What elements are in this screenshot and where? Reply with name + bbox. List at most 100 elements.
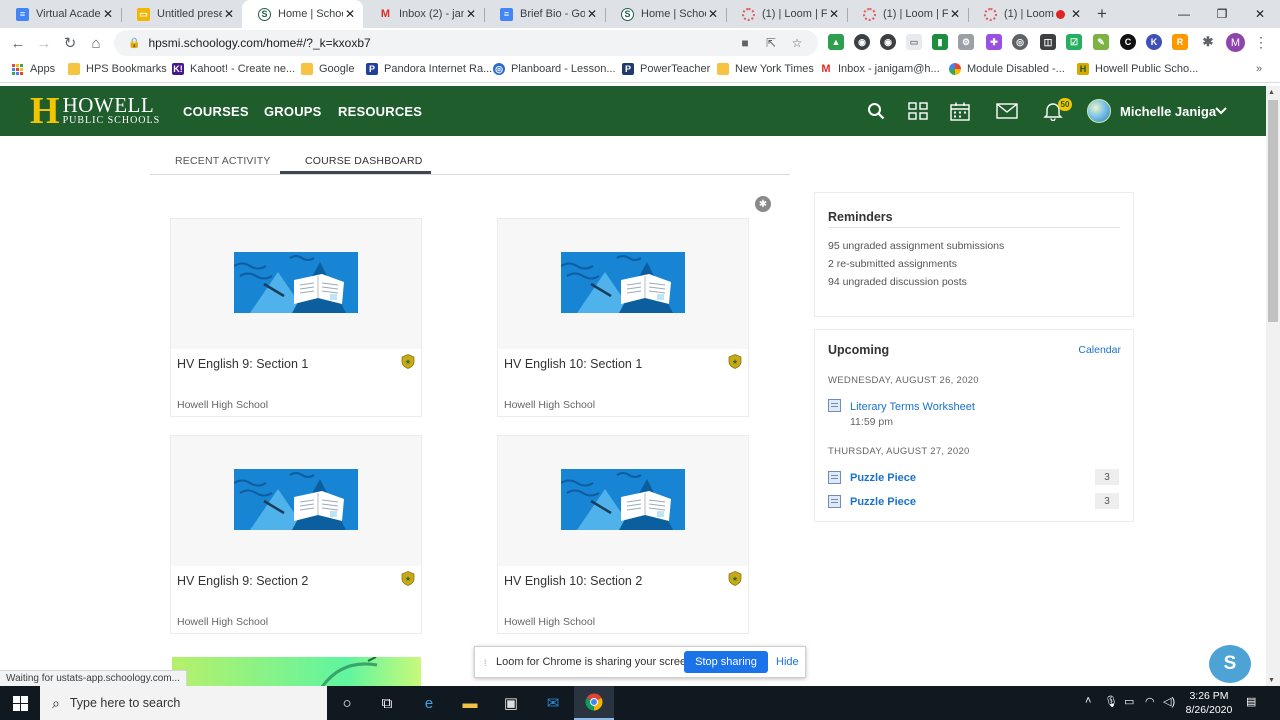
browser-tab[interactable]: (1) | Loom ✕ [968, 0, 1089, 28]
search-icon[interactable] [865, 100, 887, 122]
close-tab-icon[interactable]: ✕ [101, 7, 115, 21]
task-view-icon[interactable]: ⧉ [367, 686, 407, 720]
tab-recent-activity[interactable]: RECENT ACTIVITY [175, 155, 271, 167]
browser-tab[interactable]: (1) | Loom | Fre ✕ [847, 0, 968, 28]
upcoming-event-link[interactable]: Puzzle Piece [850, 496, 916, 508]
extension-icon[interactable]: ☑ [1066, 34, 1082, 50]
accessibility-icon[interactable]: ✱ [755, 196, 771, 212]
browser-tab[interactable]: S Home | Schoolo ✕ [605, 0, 726, 28]
taskbar-clock[interactable]: 3:26 PM 8/26/2020 [1180, 689, 1238, 717]
mail-icon[interactable]: ✉ [533, 686, 573, 720]
file-explorer-icon[interactable]: ▬ [450, 686, 490, 720]
wifi-icon[interactable]: ◠ [1145, 695, 1155, 708]
bookmark-item[interactable]: HPS Bookmarks [68, 63, 167, 75]
edge-icon[interactable]: e [409, 686, 449, 720]
extension-icon[interactable]: ✚ [986, 34, 1002, 50]
course-card[interactable]: HV English 10: Section 1 ★ Howell High S… [498, 219, 748, 416]
browser-tab[interactable]: ≡ Virtual Academ ✕ [0, 0, 121, 28]
close-tab-icon[interactable]: ✕ [827, 7, 841, 21]
extension-icon[interactable]: ◫ [1040, 34, 1056, 50]
user-avatar[interactable] [1087, 99, 1111, 123]
open-external-icon[interactable]: ⇱ [758, 36, 784, 50]
bookmark-item[interactable]: P PowerTeacher [622, 63, 710, 75]
home-icon[interactable]: ⌂ [83, 30, 109, 56]
microphone-icon[interactable]: 🎙 [1104, 695, 1118, 708]
drag-handle-icon[interactable]: ⁞ [484, 658, 487, 668]
course-title[interactable]: HV English 10: Section 1 [504, 357, 642, 371]
close-tab-icon[interactable]: ✕ [1069, 7, 1083, 21]
course-card-partial[interactable] [172, 657, 421, 687]
close-tab-icon[interactable]: ✕ [585, 7, 599, 21]
howell-logo[interactable]: H HOWELL PUBLIC SCHOOLS [30, 92, 160, 130]
new-tab-button[interactable]: + [1089, 0, 1115, 28]
tray-overflow-icon[interactable]: ˄ [1085, 695, 1091, 707]
schoology-assistant-bubble[interactable]: S [1209, 645, 1251, 683]
extension-icon[interactable]: ◉ [854, 34, 870, 50]
scroll-down-icon[interactable]: ▼ [1268, 677, 1275, 684]
address-bar[interactable]: 🔒 hpsmi.schoology.com/home#/?_k=kxoxb7 ■… [114, 30, 818, 56]
bookmark-item[interactable]: Module Disabled -... [949, 63, 1065, 75]
extension-icon[interactable]: ✎ [1093, 34, 1109, 50]
messages-icon[interactable] [996, 100, 1018, 122]
extensions-puzzle-icon[interactable]: ✱ [1200, 34, 1216, 50]
cortana-icon[interactable]: ○ [327, 686, 367, 720]
back-icon[interactable]: ← [5, 30, 31, 56]
browser-tab[interactable]: M Inbox (2) - jani ✕ [363, 0, 484, 28]
calendar-icon[interactable] [949, 100, 971, 122]
extension-icon[interactable]: ⚙ [958, 34, 974, 50]
browser-tab[interactable]: ▭ Untitled presen ✕ [121, 0, 242, 28]
scrollbar-thumb[interactable] [1268, 100, 1278, 322]
calendar-link[interactable]: Calendar [1078, 344, 1121, 356]
chrome-icon[interactable] [574, 686, 614, 720]
bookmark-item[interactable]: ◎ Planboard - Lesson... [493, 63, 616, 75]
taskbar-search-box[interactable]: ⌕ Type here to search [40, 686, 327, 720]
browser-tab[interactable]: ≡ Brief Bio - Goo ✕ [484, 0, 605, 28]
hide-button[interactable]: Hide [776, 656, 799, 668]
close-tab-icon[interactable]: ✕ [222, 7, 236, 21]
volume-icon[interactable]: ◁) [1163, 695, 1175, 708]
menu-kebab-icon[interactable]: ⋮ [1254, 34, 1268, 51]
stop-sharing-button[interactable]: Stop sharing [684, 651, 768, 673]
reload-icon[interactable]: ↻ [57, 30, 83, 56]
user-name[interactable]: Michelle Janiga [1120, 104, 1216, 119]
course-title[interactable]: HV English 9: Section 2 [177, 574, 308, 588]
bookmark-item[interactable]: K! Kahoot! - Create ne... [172, 63, 295, 75]
bookmark-item[interactable]: M Inbox - janigam@h... [820, 63, 939, 75]
chevron-down-icon[interactable] [1215, 102, 1227, 118]
close-tab-icon[interactable]: ✕ [343, 7, 357, 21]
close-tab-icon[interactable]: ✕ [948, 7, 962, 21]
upcoming-event-link[interactable]: Literary Terms Worksheet [850, 401, 975, 413]
bookmark-item[interactable]: H Howell Public Scho... [1077, 63, 1198, 75]
reminder-item[interactable]: 94 ungraded discussion posts [828, 276, 967, 288]
extension-icon[interactable]: ▮ [932, 34, 948, 50]
scroll-up-icon[interactable]: ▲ [1268, 89, 1275, 96]
browser-tab-active[interactable]: S Home | Schoolo ✕ [242, 0, 363, 28]
extension-icon[interactable]: ◎ [1012, 34, 1028, 50]
browser-tab[interactable]: (1) | Loom | Fre ✕ [726, 0, 847, 28]
course-card[interactable]: HV English 9: Section 2 ★ Howell High Sc… [171, 436, 421, 633]
extension-icon[interactable]: ◉ [880, 34, 896, 50]
tab-course-dashboard[interactable]: COURSE DASHBOARD [305, 155, 423, 167]
minimize-icon[interactable]: — [1165, 0, 1203, 28]
extension-icon[interactable]: K [1146, 34, 1162, 50]
extension-icon[interactable]: ▲ [828, 34, 844, 50]
nav-courses[interactable]: COURSES [183, 104, 249, 119]
reminder-item[interactable]: 95 ungraded assignment submissions [828, 240, 1004, 252]
bookmarks-overflow-icon[interactable]: » [1256, 63, 1262, 75]
profile-avatar[interactable]: M [1226, 33, 1245, 52]
course-title[interactable]: HV English 10: Section 2 [504, 574, 642, 588]
battery-icon[interactable]: ▭ [1124, 695, 1134, 708]
extension-icon[interactable]: R [1172, 34, 1188, 50]
course-title[interactable]: HV English 9: Section 1 [177, 357, 308, 371]
windows-start-button[interactable] [0, 686, 40, 720]
forward-icon[interactable]: → [31, 30, 57, 56]
upcoming-event-link[interactable]: Puzzle Piece [850, 472, 916, 484]
close-tab-icon[interactable]: ✕ [464, 7, 478, 21]
extension-icon[interactable]: C [1120, 34, 1136, 50]
submission-count-badge[interactable]: 3 [1095, 493, 1119, 509]
close-tab-icon[interactable]: ✕ [706, 7, 720, 21]
bookmark-item[interactable]: Google [301, 63, 354, 75]
close-window-icon[interactable]: ✕ [1241, 0, 1279, 28]
bookmark-star-icon[interactable]: ☆ [784, 36, 810, 50]
reminder-item[interactable]: 2 re-submitted assignments [828, 258, 957, 270]
